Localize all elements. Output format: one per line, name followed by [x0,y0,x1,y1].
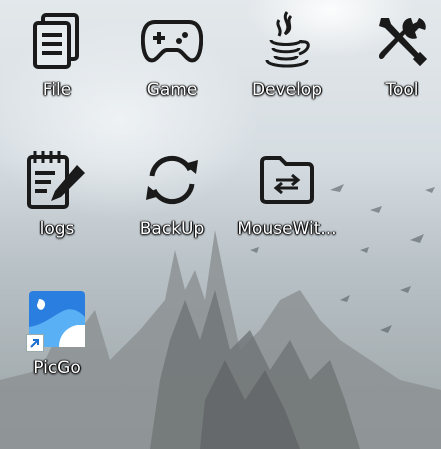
desktop-icon-tool[interactable]: Tool [347,6,441,126]
picgo-app-icon [22,284,92,354]
icon-label: Game [146,80,198,100]
icon-label: File [42,80,72,100]
notepad-pen-icon [22,145,92,215]
icon-label: Tool [385,80,419,100]
gamepad-icon [137,6,207,76]
folder-transfer-icon [252,145,322,215]
file-stack-icon [22,6,92,76]
icon-label: PicGo [33,358,81,378]
desktop-icon-picgo[interactable]: PicGo [2,284,112,404]
desktop-icon-mousewit[interactable]: MouseWit... [232,145,342,265]
icon-label: BackUp [139,219,205,239]
desktop-icon-backup[interactable]: BackUp [117,145,227,265]
sync-icon [137,145,207,215]
desktop-icon-game[interactable]: Game [117,6,227,126]
shortcut-arrow-icon [26,334,44,352]
icon-label: MouseWit... [237,219,337,239]
java-coffee-icon [252,6,322,76]
desktop-icon-logs[interactable]: logs [2,145,112,265]
icon-label: logs [39,219,75,239]
tools-icon [367,6,437,76]
desktop-icon-develop[interactable]: Develop [232,6,342,126]
icon-label: Develop [252,80,322,100]
desktop-icon-file[interactable]: File [2,6,112,126]
